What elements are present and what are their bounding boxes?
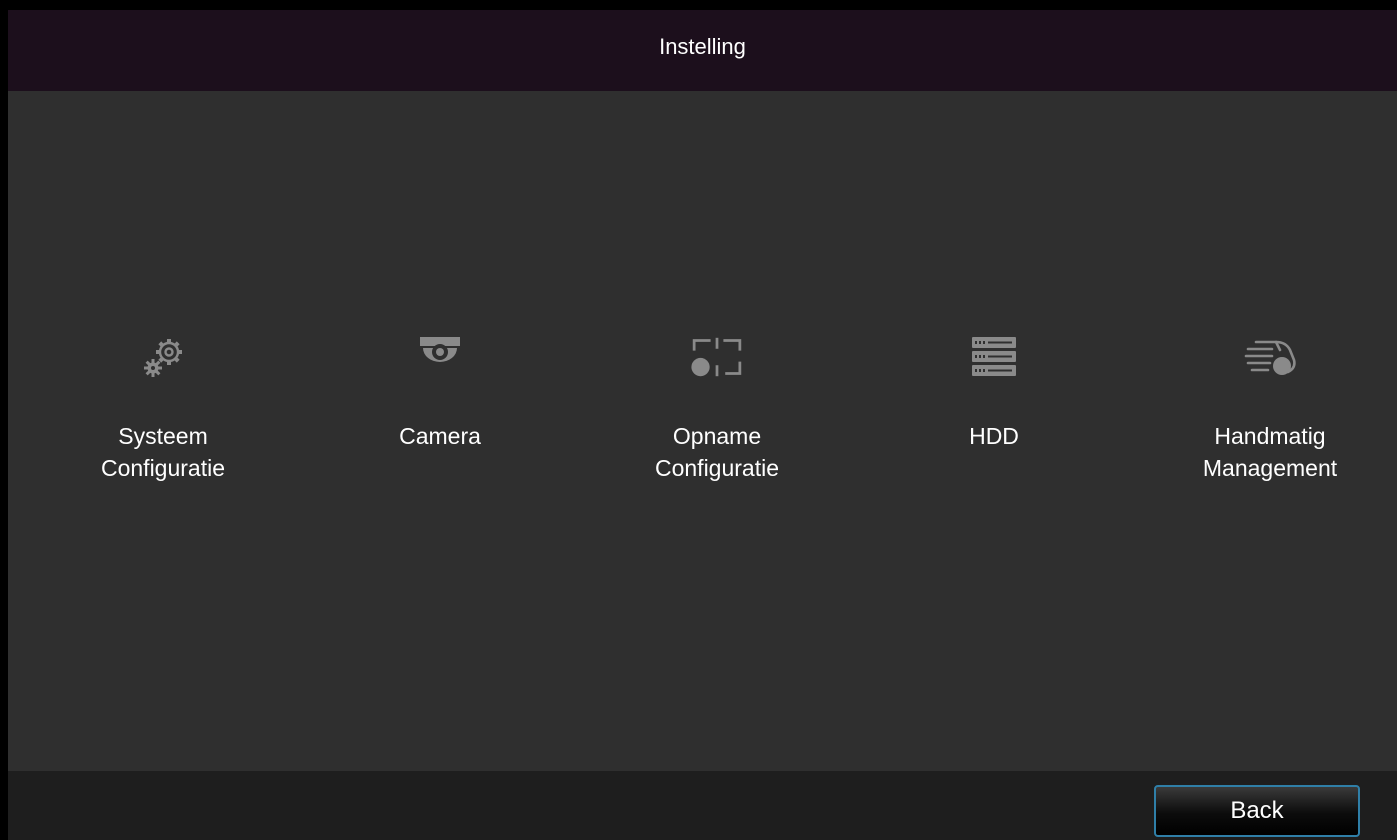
settings-menu: Systeem Configuratie Camera Opname Confi…: [8, 330, 1397, 490]
hand-record-icon: [1238, 330, 1302, 384]
title-bar: Instelling: [8, 10, 1397, 91]
menu-item-record-configuration[interactable]: Opname Configuratie: [597, 330, 837, 484]
menu-item-label: Systeem Configuratie: [100, 423, 226, 481]
bottom-bar: Back: [8, 771, 1397, 840]
menu-item-label: Handmatig Management: [1202, 423, 1338, 481]
menu-item-label: Camera: [399, 423, 481, 449]
back-button[interactable]: Back: [1154, 785, 1360, 837]
menu-item-label: HDD: [969, 423, 1019, 449]
settings-screen: Instelling Systeem Configuratie Camera O…: [8, 10, 1397, 840]
menu-item-system-configuration[interactable]: Systeem Configuratie: [43, 330, 283, 484]
hdd-stack-icon: [962, 330, 1026, 384]
gears-icon: [131, 330, 195, 384]
menu-item-camera[interactable]: Camera: [320, 330, 560, 452]
page-title: Instelling: [659, 33, 746, 59]
menu-item-label: Opname Configuratie: [654, 423, 780, 481]
menu-item-hdd[interactable]: HDD: [874, 330, 1114, 452]
dome-camera-icon: [408, 330, 472, 384]
record-frame-icon: [685, 330, 749, 384]
menu-item-manual-management[interactable]: Handmatig Management: [1150, 330, 1390, 484]
